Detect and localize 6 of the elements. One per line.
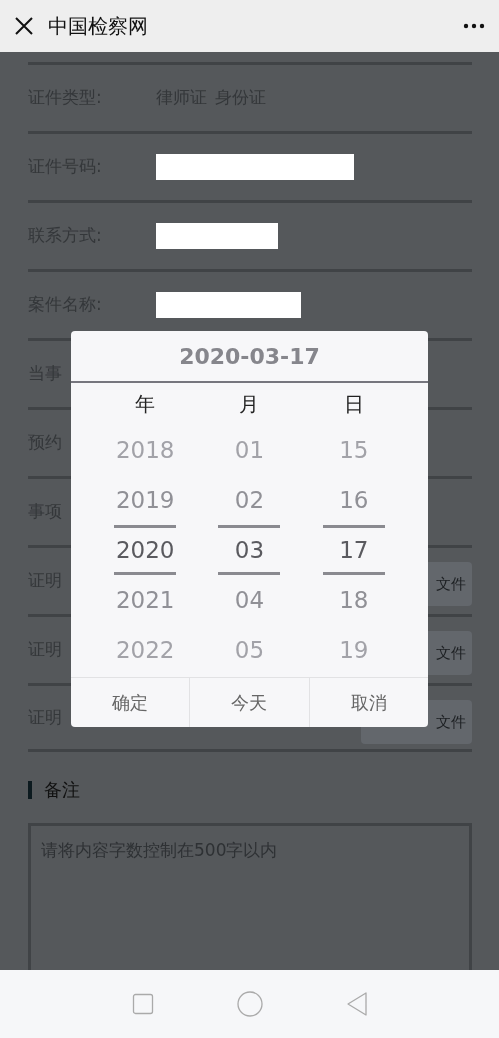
page-title: 中国检察网	[48, 13, 148, 40]
column-header: 月	[239, 391, 260, 418]
column-header: 年	[135, 391, 156, 418]
picker-title: 2020-03-17	[71, 331, 428, 383]
column-header: 日	[343, 391, 364, 418]
section-heading: 备注	[44, 778, 80, 802]
